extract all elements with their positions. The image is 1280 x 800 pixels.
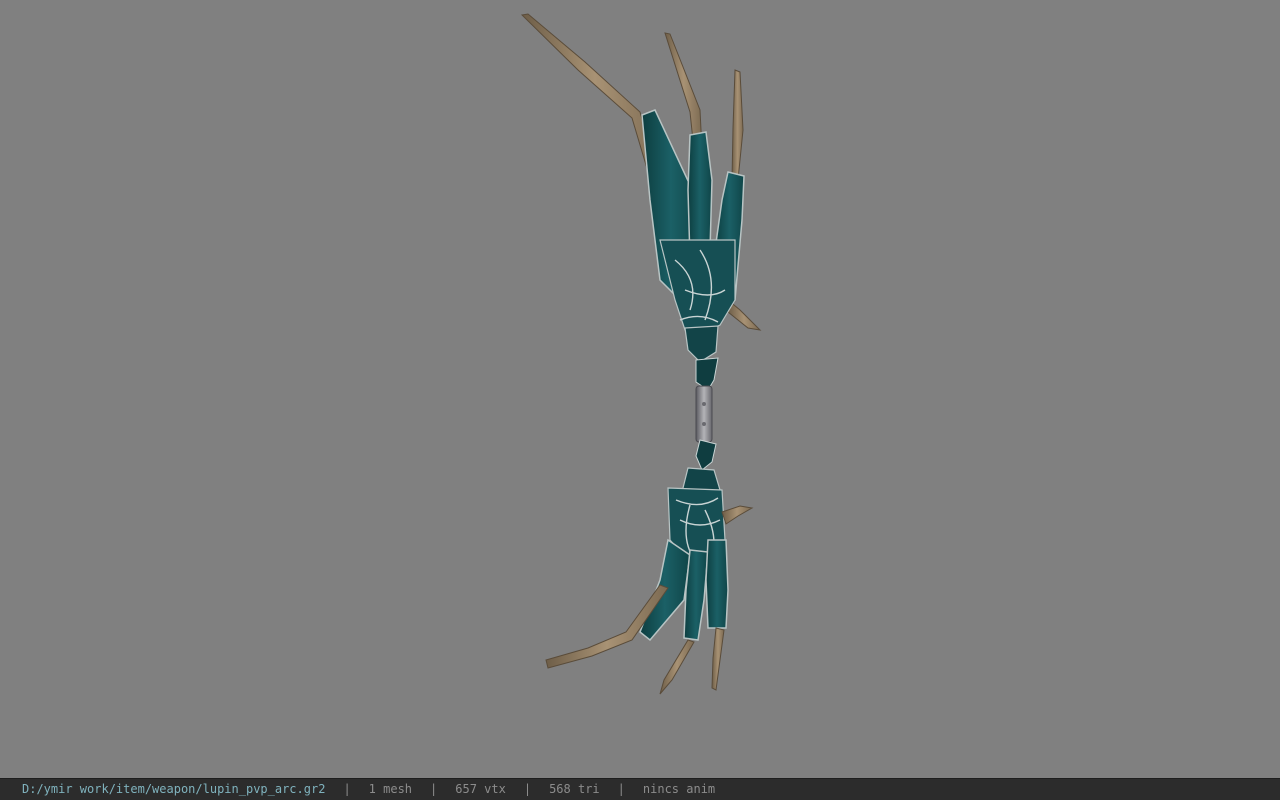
model-file-path: D:/ymir work/item/weapon/lupin_pvp_arc.g… <box>22 782 326 796</box>
bow-model <box>520 13 762 695</box>
animation-status: nincs anim <box>642 782 716 796</box>
3d-viewport[interactable] <box>0 0 1280 778</box>
status-separator: | <box>430 782 438 796</box>
mesh-count: 1 mesh <box>368 782 413 796</box>
triangle-count: 568 tri <box>549 782 600 796</box>
status-separator: | <box>617 782 625 796</box>
status-bar: D:/ymir work/item/weapon/lupin_pvp_arc.g… <box>0 778 1280 800</box>
status-separator: | <box>343 782 351 796</box>
upper-limb <box>641 109 745 391</box>
bow-grip <box>695 385 713 443</box>
status-separator: | <box>523 782 532 796</box>
vertex-count: 657 vtx <box>455 782 506 796</box>
